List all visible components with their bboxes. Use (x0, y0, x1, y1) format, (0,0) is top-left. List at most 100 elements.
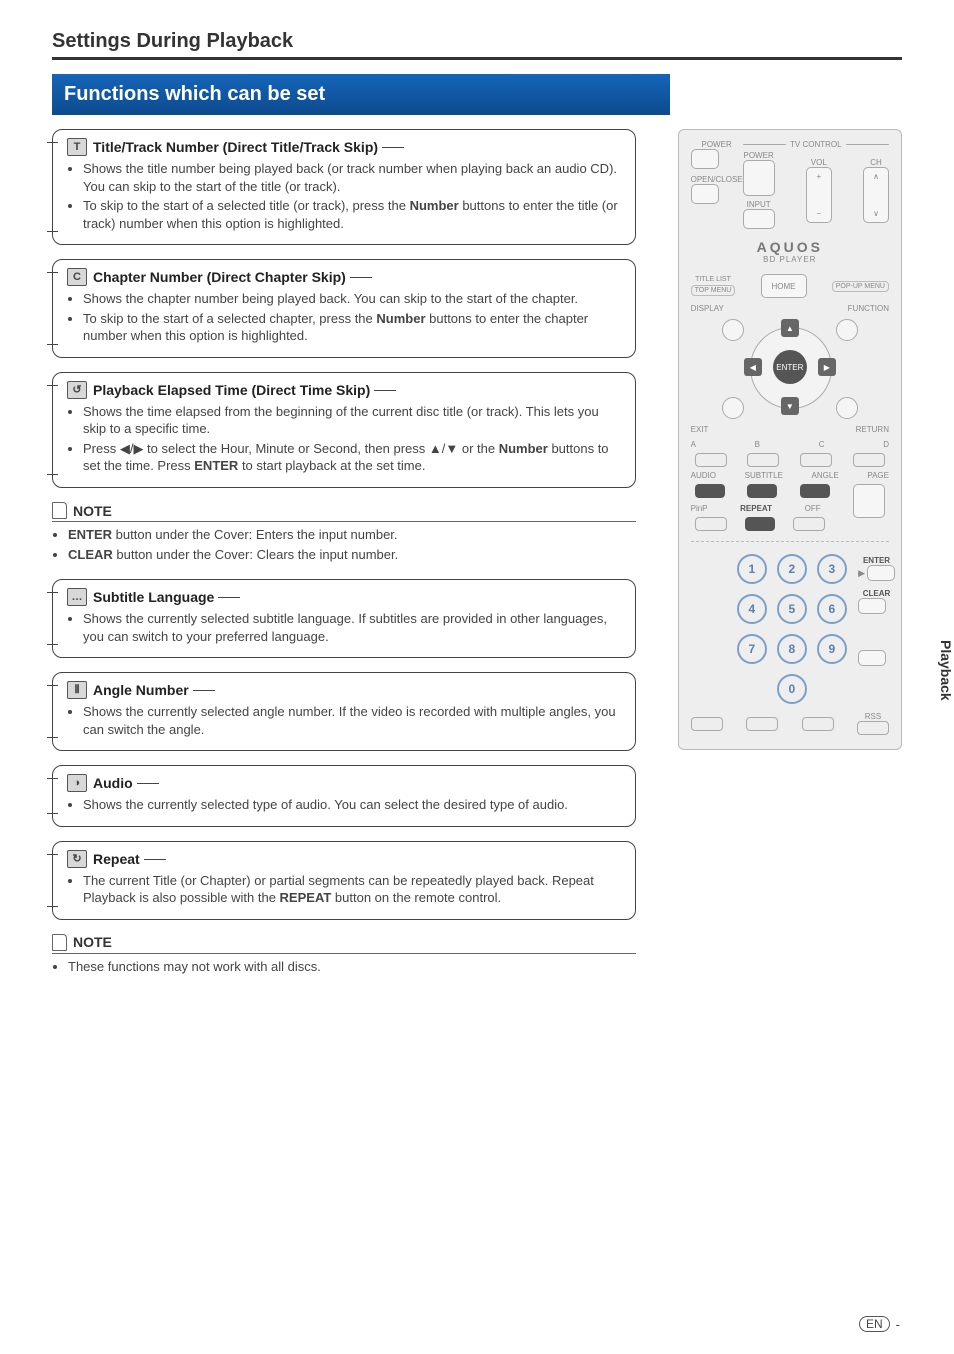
page-rocker[interactable] (853, 484, 885, 518)
remote-label: OFF (805, 504, 821, 513)
remote-label: RSS (857, 712, 889, 721)
remote-label: A (691, 440, 696, 449)
channel-rocker[interactable]: ∧∨ (863, 167, 889, 223)
remote-logo: AQUOS (691, 239, 889, 255)
pinp-button[interactable] (695, 517, 727, 531)
remote-label: RETURN (856, 425, 889, 434)
title-icon: T (67, 138, 87, 156)
audio-button[interactable] (695, 484, 725, 498)
remote-logo-sub: BD PLAYER (691, 255, 889, 264)
func-title: Subtitle Language (93, 589, 240, 605)
num-4-button[interactable]: 4 (737, 594, 767, 624)
func-title: Angle Number (93, 682, 215, 698)
remote-label: AUDIO (691, 471, 716, 480)
dpad-up[interactable]: ▲ (781, 319, 799, 337)
remote-label: PAGE (867, 471, 889, 480)
num-3-button[interactable]: 3 (817, 554, 847, 584)
bottom-button[interactable] (746, 717, 778, 731)
color-c-button[interactable] (800, 453, 832, 467)
note-item: ENTER button under the Cover: Enters the… (68, 526, 636, 544)
dpad-left[interactable]: ◀ (744, 358, 762, 376)
remote-label: OPEN/CLOSE (691, 175, 743, 184)
note-item: CLEAR button under the Cover: Clears the… (68, 546, 636, 564)
number-pad: 1 2 3 4 5 6 7 8 9 0 (737, 554, 843, 704)
func-item: To skip to the start of a selected chapt… (83, 310, 623, 345)
bottom-button[interactable] (691, 717, 723, 731)
func-title: Playback Elapsed Time (Direct Time Skip) (93, 382, 396, 398)
input-button[interactable] (743, 209, 775, 229)
return-button[interactable] (836, 397, 858, 419)
color-d-button[interactable] (853, 453, 885, 467)
remote-label: C (819, 440, 825, 449)
note-label: NOTE (73, 503, 112, 519)
remote-label: ANGLE (812, 471, 839, 480)
note-icon (52, 502, 67, 519)
remote-label: EXIT (691, 425, 709, 434)
audio-icon: ◑ (67, 774, 87, 792)
func-title: Chapter Number (Direct Chapter Skip) (93, 269, 372, 285)
exit-button[interactable] (722, 397, 744, 419)
num-2-button[interactable]: 2 (777, 554, 807, 584)
remote-label: DISPLAY (691, 304, 724, 313)
color-b-button[interactable] (747, 453, 779, 467)
subtitle-button[interactable] (747, 484, 777, 498)
clear-flat-button[interactable] (858, 598, 886, 614)
func-box-angle: ⦀ Angle Number Shows the currently selec… (52, 672, 636, 751)
footer-dash: - (896, 1317, 900, 1332)
color-a-button[interactable] (695, 453, 727, 467)
num-6-button[interactable]: 6 (817, 594, 847, 624)
note-divider (52, 521, 636, 522)
num-5-button[interactable]: 5 (777, 594, 807, 624)
dpad-right[interactable]: ▶ (818, 358, 836, 376)
remote-label: TV CONTROL (790, 140, 842, 149)
num-8-button[interactable]: 8 (777, 634, 807, 664)
home-button[interactable]: HOME (761, 274, 807, 298)
tv-power-button[interactable] (743, 160, 775, 196)
num-9-button[interactable]: 9 (817, 634, 847, 664)
subsection-title: Functions which can be set (52, 74, 670, 115)
func-item: Shows the time elapsed from the beginnin… (83, 403, 623, 438)
func-item: Shows the title number being played back… (83, 160, 623, 195)
chapter-icon: C (67, 268, 87, 286)
angle-icon: ⦀ (67, 681, 87, 699)
enter-button[interactable]: ENTER (773, 350, 807, 384)
enter-flat-button[interactable] (867, 565, 895, 581)
remote-label: POWER (743, 151, 775, 160)
display-button[interactable] (722, 319, 744, 341)
subtitle-icon: … (67, 588, 87, 606)
func-item: Press ◀/▶ to select the Hour, Minute or … (83, 440, 623, 475)
bottom-button[interactable] (802, 717, 834, 731)
remote-label: POP-UP MENU (832, 281, 889, 292)
volume-rocker[interactable]: +− (806, 167, 832, 223)
func-title: Audio (93, 775, 159, 791)
power-button[interactable] (691, 149, 719, 169)
functions-column: T Title/Track Number (Direct Title/Track… (52, 129, 636, 991)
open-close-button[interactable] (691, 184, 719, 204)
repeat-icon: ↻ (67, 850, 87, 868)
lang-badge: EN (859, 1316, 890, 1332)
num-7-button[interactable]: 7 (737, 634, 767, 664)
note-block-1: NOTE ENTER button under the Cover: Enter… (52, 502, 636, 563)
num-1-button[interactable]: 1 (737, 554, 767, 584)
func-item: To skip to the start of a selected title… (83, 197, 623, 232)
num-0-button[interactable]: 0 (777, 674, 807, 704)
function-button[interactable] (836, 319, 858, 341)
off-button[interactable] (793, 517, 825, 531)
angle-button[interactable] (800, 484, 830, 498)
extra-button[interactable] (858, 650, 886, 666)
header-divider (52, 57, 902, 60)
note-icon (52, 934, 67, 951)
func-item: The current Title (or Chapter) or partia… (83, 872, 623, 907)
dpad-down[interactable]: ▼ (781, 397, 799, 415)
func-item: Shows the currently selected angle numbe… (83, 703, 623, 738)
remote-label: TOP MENU (691, 285, 736, 296)
rss-button[interactable] (857, 721, 889, 735)
remote-control-diagram: POWER OPEN/CLOSE TV CONTROL POWER (678, 129, 902, 750)
func-item: Shows the currently selected type of aud… (83, 796, 623, 814)
note-divider (52, 953, 636, 954)
note-item: These functions may not work with all di… (68, 958, 636, 976)
page-footer: EN - (859, 1316, 900, 1332)
repeat-button[interactable] (745, 517, 775, 531)
func-title: Title/Track Number (Direct Title/Track S… (93, 139, 404, 155)
remote-label: ENTER (858, 556, 895, 565)
